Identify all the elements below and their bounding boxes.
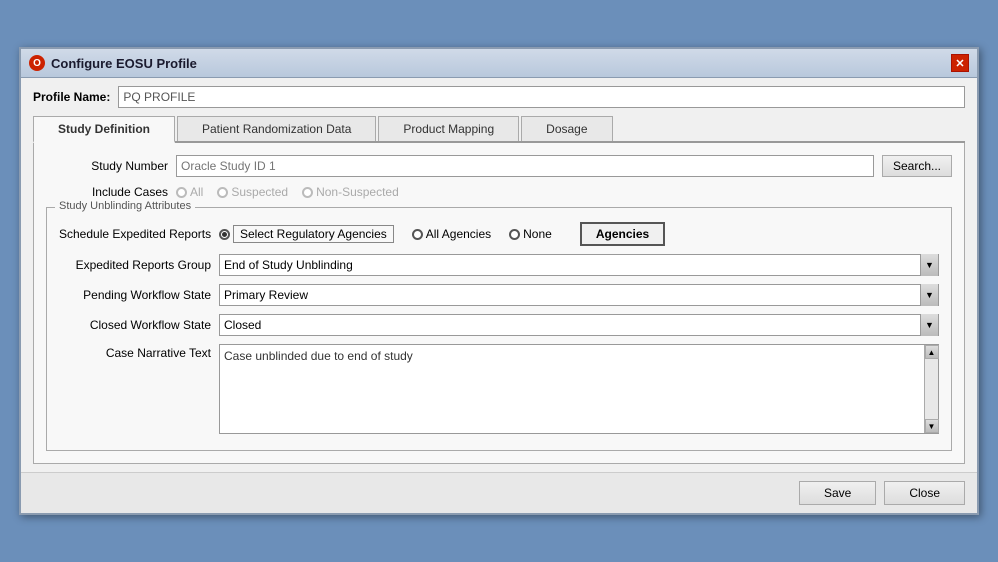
radio-select-regulatory-button[interactable] [219, 229, 230, 240]
include-cases-radio-group: All Suspected Non-Suspected [176, 185, 409, 199]
profile-name-input[interactable] [118, 86, 965, 108]
pending-workflow-value: Primary Review [220, 288, 920, 302]
tab-study-definition[interactable]: Study Definition [33, 116, 175, 143]
none-label: None [523, 227, 552, 241]
close-icon[interactable]: ✕ [951, 54, 969, 72]
expedited-group-row: Expedited Reports Group End of Study Unb… [59, 254, 939, 276]
group-box-title: Study Unblinding Attributes [55, 200, 195, 212]
include-cases-label: Include Cases [46, 185, 176, 199]
narrative-row: Case Narrative Text Case unblinded due t… [59, 344, 939, 434]
save-button[interactable]: Save [799, 481, 876, 505]
agencies-button[interactable]: Agencies [580, 222, 665, 246]
search-button[interactable]: Search... [882, 155, 952, 177]
expedited-group-arrow[interactable]: ▼ [920, 254, 938, 276]
radio-select-regulatory[interactable]: Select Regulatory Agencies [219, 225, 394, 243]
title-bar: O Configure EOSU Profile ✕ [21, 49, 977, 78]
pending-workflow-arrow[interactable]: ▼ [920, 284, 938, 306]
pending-workflow-select[interactable]: Primary Review ▼ [219, 284, 939, 306]
app-icon: O [29, 55, 45, 71]
closed-workflow-value: Closed [220, 318, 920, 332]
tab-patient-randomization[interactable]: Patient Randomization Data [177, 116, 376, 141]
radio-non-suspected-label: Non-Suspected [316, 185, 399, 199]
radio-suspected-button[interactable] [217, 187, 228, 198]
narrative-label: Case Narrative Text [59, 344, 219, 360]
configure-eosu-dialog: O Configure EOSU Profile ✕ Profile Name:… [19, 47, 979, 515]
narrative-wrapper: Case unblinded due to end of study ▲ ▼ [219, 344, 939, 434]
radio-suspected[interactable]: Suspected [217, 185, 288, 199]
dialog-body: Profile Name: Study Definition Patient R… [21, 78, 977, 472]
tab-content-study-definition: Study Number Search... Include Cases All… [33, 143, 965, 464]
scroll-up-button[interactable]: ▲ [925, 345, 939, 359]
closed-workflow-label: Closed Workflow State [59, 318, 219, 332]
radio-all-label: All [190, 185, 203, 199]
expedited-group-label: Expedited Reports Group [59, 258, 219, 272]
radio-all-agencies[interactable]: All Agencies [412, 227, 491, 241]
closed-workflow-arrow[interactable]: ▼ [920, 314, 938, 336]
close-button[interactable]: Close [884, 481, 965, 505]
tab-dosage[interactable]: Dosage [521, 116, 612, 141]
pending-workflow-row: Pending Workflow State Primary Review ▼ [59, 284, 939, 306]
radio-all-button[interactable] [176, 187, 187, 198]
select-regulatory-label: Select Regulatory Agencies [233, 225, 394, 243]
closed-workflow-row: Closed Workflow State Closed ▼ [59, 314, 939, 336]
radio-none[interactable]: None [509, 227, 552, 241]
closed-workflow-select[interactable]: Closed ▼ [219, 314, 939, 336]
study-unblinding-group: Study Unblinding Attributes Schedule Exp… [46, 207, 952, 451]
radio-none-button[interactable] [509, 229, 520, 240]
tabs-container: Study Definition Patient Randomization D… [33, 116, 965, 143]
radio-non-suspected[interactable]: Non-Suspected [302, 185, 399, 199]
radio-suspected-label: Suspected [231, 185, 288, 199]
include-cases-row: Include Cases All Suspected Non-Suspecte… [46, 185, 952, 199]
profile-name-label: Profile Name: [33, 90, 110, 104]
narrative-scrollbar: ▲ ▼ [924, 345, 938, 433]
expedited-group-value: End of Study Unblinding [220, 258, 920, 272]
schedule-options: Select Regulatory Agencies All Agencies … [219, 222, 665, 246]
schedule-row: Schedule Expedited Reports Select Regula… [59, 222, 939, 246]
tab-product-mapping[interactable]: Product Mapping [378, 116, 519, 141]
radio-non-suspected-button[interactable] [302, 187, 313, 198]
study-number-label: Study Number [46, 159, 176, 173]
study-number-input[interactable] [176, 155, 874, 177]
study-number-row: Study Number Search... [46, 155, 952, 177]
radio-all-agencies-button[interactable] [412, 229, 423, 240]
scroll-track [925, 359, 938, 419]
schedule-label: Schedule Expedited Reports [59, 227, 219, 241]
dialog-title: Configure EOSU Profile [51, 56, 197, 71]
title-bar-left: O Configure EOSU Profile [29, 55, 197, 71]
expedited-group-select[interactable]: End of Study Unblinding ▼ [219, 254, 939, 276]
dialog-footer: Save Close [21, 472, 977, 513]
radio-all[interactable]: All [176, 185, 203, 199]
profile-name-row: Profile Name: [33, 86, 965, 108]
pending-workflow-label: Pending Workflow State [59, 288, 219, 302]
narrative-text[interactable]: Case unblinded due to end of study [220, 345, 924, 433]
scroll-down-button[interactable]: ▼ [925, 419, 939, 433]
all-agencies-label: All Agencies [426, 227, 491, 241]
